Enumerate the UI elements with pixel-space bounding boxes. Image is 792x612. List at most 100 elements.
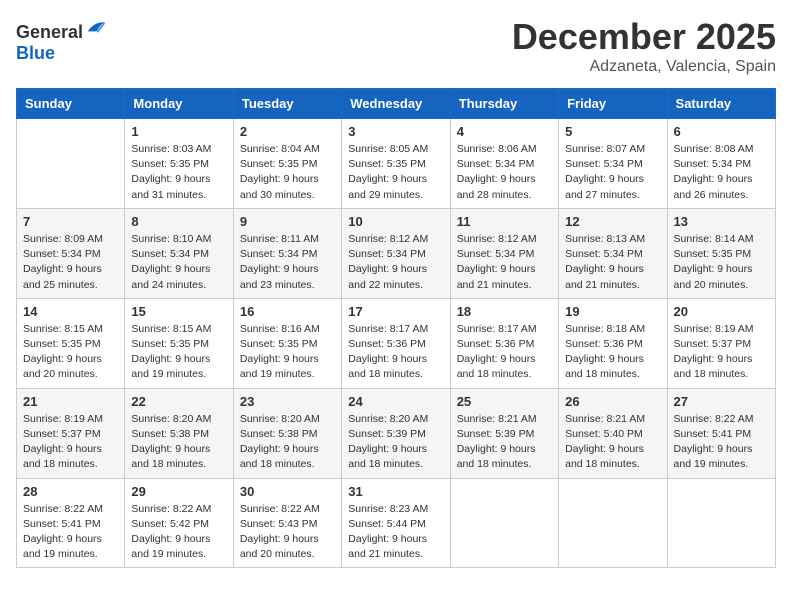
calendar-cell: 12 Sunrise: 8:13 AMSunset: 5:34 PMDayligh… bbox=[559, 208, 667, 298]
day-number: 24 bbox=[348, 394, 443, 409]
day-info: Sunrise: 8:20 AMSunset: 5:39 PMDaylight:… bbox=[348, 412, 443, 473]
day-number: 19 bbox=[565, 304, 660, 319]
calendar-cell: 7 Sunrise: 8:09 AMSunset: 5:34 PMDaylight… bbox=[17, 208, 125, 298]
calendar-cell: 24 Sunrise: 8:20 AMSunset: 5:39 PMDayligh… bbox=[342, 388, 450, 478]
day-number: 9 bbox=[240, 214, 335, 229]
day-number: 26 bbox=[565, 394, 660, 409]
day-info: Sunrise: 8:19 AMSunset: 5:37 PMDaylight:… bbox=[674, 322, 769, 383]
day-header-saturday: Saturday bbox=[667, 89, 775, 119]
day-info: Sunrise: 8:15 AMSunset: 5:35 PMDaylight:… bbox=[131, 322, 226, 383]
page-header: General Blue December 2025 Adzaneta, Val… bbox=[16, 16, 776, 76]
calendar-cell bbox=[559, 478, 667, 568]
day-info: Sunrise: 8:07 AMSunset: 5:34 PMDaylight:… bbox=[565, 142, 660, 203]
day-number: 22 bbox=[131, 394, 226, 409]
logo-bird-icon bbox=[85, 16, 107, 38]
calendar-cell: 9 Sunrise: 8:11 AMSunset: 5:34 PMDaylight… bbox=[233, 208, 341, 298]
calendar-cell bbox=[17, 119, 125, 209]
logo-text: General Blue bbox=[16, 16, 107, 64]
day-number: 30 bbox=[240, 484, 335, 499]
calendar-week-row: 1 Sunrise: 8:03 AMSunset: 5:35 PMDaylight… bbox=[17, 119, 776, 209]
day-number: 27 bbox=[674, 394, 769, 409]
day-number: 6 bbox=[674, 124, 769, 139]
calendar-cell: 18Sunrise: 8:17 AMSunset: 5:36 PMDayligh… bbox=[450, 298, 558, 388]
logo-general: General bbox=[16, 22, 83, 42]
calendar-cell: 14 Sunrise: 8:15 AMSunset: 5:35 PMDayligh… bbox=[17, 298, 125, 388]
day-number: 3 bbox=[348, 124, 443, 139]
day-number: 18 bbox=[457, 304, 552, 319]
calendar-cell: 28 Sunrise: 8:22 AMSunset: 5:41 PMDayligh… bbox=[17, 478, 125, 568]
logo-blue: Blue bbox=[16, 43, 55, 63]
day-number: 12 bbox=[565, 214, 660, 229]
calendar-cell: 22 Sunrise: 8:20 AMSunset: 5:38 PMDayligh… bbox=[125, 388, 233, 478]
title-section: December 2025 Adzaneta, Valencia, Spain bbox=[512, 16, 776, 76]
day-number: 2 bbox=[240, 124, 335, 139]
day-number: 20 bbox=[674, 304, 769, 319]
day-info: Sunrise: 8:18 AMSunset: 5:36 PMDaylight:… bbox=[565, 322, 660, 383]
day-number: 16 bbox=[240, 304, 335, 319]
day-info: Sunrise: 8:13 AMSunset: 5:34 PMDaylight:… bbox=[565, 232, 660, 293]
calendar-table: SundayMondayTuesdayWednesdayThursdayFrid… bbox=[16, 88, 776, 568]
calendar-cell: 11Sunrise: 8:12 AMSunset: 5:34 PMDayligh… bbox=[450, 208, 558, 298]
day-info: Sunrise: 8:16 AMSunset: 5:35 PMDaylight:… bbox=[240, 322, 335, 383]
day-number: 29 bbox=[131, 484, 226, 499]
day-info: Sunrise: 8:23 AMSunset: 5:44 PMDaylight:… bbox=[348, 502, 443, 563]
day-info: Sunrise: 8:21 AMSunset: 5:40 PMDaylight:… bbox=[565, 412, 660, 473]
day-info: Sunrise: 8:08 AMSunset: 5:34 PMDaylight:… bbox=[674, 142, 769, 203]
day-info: Sunrise: 8:21 AMSunset: 5:39 PMDaylight:… bbox=[457, 412, 552, 473]
calendar-week-row: 14 Sunrise: 8:15 AMSunset: 5:35 PMDayligh… bbox=[17, 298, 776, 388]
day-number: 10 bbox=[348, 214, 443, 229]
day-number: 14 bbox=[23, 304, 118, 319]
calendar-cell: 20 Sunrise: 8:19 AMSunset: 5:37 PMDayligh… bbox=[667, 298, 775, 388]
day-info: Sunrise: 8:19 AMSunset: 5:37 PMDaylight:… bbox=[23, 412, 118, 473]
day-info: Sunrise: 8:22 AMSunset: 5:41 PMDaylight:… bbox=[674, 412, 769, 473]
day-number: 13 bbox=[674, 214, 769, 229]
day-number: 15 bbox=[131, 304, 226, 319]
day-number: 1 bbox=[131, 124, 226, 139]
day-header-friday: Friday bbox=[559, 89, 667, 119]
calendar-cell: 31 Sunrise: 8:23 AMSunset: 5:44 PMDayligh… bbox=[342, 478, 450, 568]
day-info: Sunrise: 8:22 AMSunset: 5:41 PMDaylight:… bbox=[23, 502, 118, 563]
calendar-week-row: 28 Sunrise: 8:22 AMSunset: 5:41 PMDayligh… bbox=[17, 478, 776, 568]
day-number: 28 bbox=[23, 484, 118, 499]
calendar-cell: 21 Sunrise: 8:19 AMSunset: 5:37 PMDayligh… bbox=[17, 388, 125, 478]
day-info: Sunrise: 8:22 AMSunset: 5:42 PMDaylight:… bbox=[131, 502, 226, 563]
day-info: Sunrise: 8:20 AMSunset: 5:38 PMDaylight:… bbox=[240, 412, 335, 473]
calendar-cell: 6 Sunrise: 8:08 AMSunset: 5:34 PMDaylight… bbox=[667, 119, 775, 209]
calendar-cell: 4Sunrise: 8:06 AMSunset: 5:34 PMDaylight… bbox=[450, 119, 558, 209]
day-info: Sunrise: 8:09 AMSunset: 5:34 PMDaylight:… bbox=[23, 232, 118, 293]
calendar-header-row: SundayMondayTuesdayWednesdayThursdayFrid… bbox=[17, 89, 776, 119]
day-info: Sunrise: 8:03 AMSunset: 5:35 PMDaylight:… bbox=[131, 142, 226, 203]
calendar-cell: 25 Sunrise: 8:21 AMSunset: 5:39 PMDayligh… bbox=[450, 388, 558, 478]
location-title: Adzaneta, Valencia, Spain bbox=[512, 58, 776, 76]
day-number: 7 bbox=[23, 214, 118, 229]
day-number: 4 bbox=[457, 124, 552, 139]
calendar-cell: 1 Sunrise: 8:03 AMSunset: 5:35 PMDaylight… bbox=[125, 119, 233, 209]
calendar-week-row: 7 Sunrise: 8:09 AMSunset: 5:34 PMDaylight… bbox=[17, 208, 776, 298]
month-title: December 2025 bbox=[512, 16, 776, 58]
day-info: Sunrise: 8:15 AMSunset: 5:35 PMDaylight:… bbox=[23, 322, 118, 383]
day-number: 17 bbox=[348, 304, 443, 319]
calendar-cell bbox=[667, 478, 775, 568]
day-number: 31 bbox=[348, 484, 443, 499]
day-number: 25 bbox=[457, 394, 552, 409]
calendar-cell: 13Sunrise: 8:14 AMSunset: 5:35 PMDayligh… bbox=[667, 208, 775, 298]
day-number: 23 bbox=[240, 394, 335, 409]
calendar-cell: 8Sunrise: 8:10 AMSunset: 5:34 PMDaylight… bbox=[125, 208, 233, 298]
day-info: Sunrise: 8:22 AMSunset: 5:43 PMDaylight:… bbox=[240, 502, 335, 563]
calendar-week-row: 21 Sunrise: 8:19 AMSunset: 5:37 PMDayligh… bbox=[17, 388, 776, 478]
day-header-tuesday: Tuesday bbox=[233, 89, 341, 119]
calendar-cell: 26 Sunrise: 8:21 AMSunset: 5:40 PMDayligh… bbox=[559, 388, 667, 478]
day-info: Sunrise: 8:11 AMSunset: 5:34 PMDaylight:… bbox=[240, 232, 335, 293]
day-info: Sunrise: 8:20 AMSunset: 5:38 PMDaylight:… bbox=[131, 412, 226, 473]
day-header-sunday: Sunday bbox=[17, 89, 125, 119]
day-info: Sunrise: 8:12 AMSunset: 5:34 PMDaylight:… bbox=[348, 232, 443, 293]
day-header-monday: Monday bbox=[125, 89, 233, 119]
day-number: 8 bbox=[131, 214, 226, 229]
day-number: 21 bbox=[23, 394, 118, 409]
calendar-cell: 5Sunrise: 8:07 AMSunset: 5:34 PMDaylight… bbox=[559, 119, 667, 209]
calendar-cell bbox=[450, 478, 558, 568]
day-header-thursday: Thursday bbox=[450, 89, 558, 119]
calendar-cell: 10 Sunrise: 8:12 AMSunset: 5:34 PMDayligh… bbox=[342, 208, 450, 298]
calendar-cell: 3Sunrise: 8:05 AMSunset: 5:35 PMDaylight… bbox=[342, 119, 450, 209]
calendar-cell: 30 Sunrise: 8:22 AMSunset: 5:43 PMDayligh… bbox=[233, 478, 341, 568]
